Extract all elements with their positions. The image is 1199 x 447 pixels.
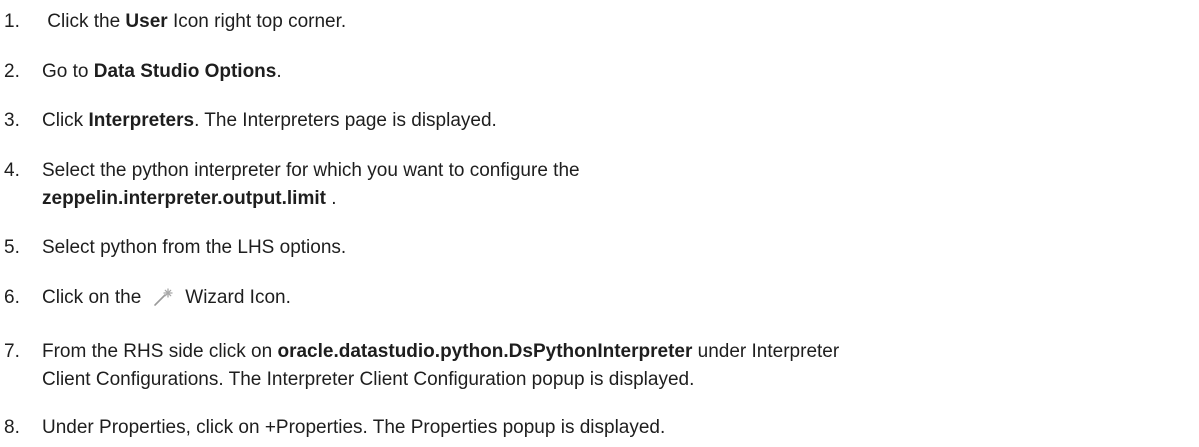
step-text: Click Interpreters. The Interpreters pag…	[42, 107, 1182, 135]
step-number: 4.	[4, 160, 20, 181]
step-bold-term: oracle.datastudio.python.DsPythonInterpr…	[277, 341, 693, 362]
step-bold-term: User	[125, 11, 168, 32]
step-number: 3.	[4, 110, 20, 131]
step-number: 2.	[4, 61, 20, 82]
step-text-line1: Select the python interpreter for which …	[42, 160, 580, 181]
step-text: Select the python interpreter for which …	[42, 157, 1182, 213]
step-bold-term: Interpreters	[88, 110, 195, 131]
step-bold-term: Data Studio Options	[93, 61, 277, 82]
step-text-post: . The Interpreters page is displayed.	[194, 110, 497, 131]
step-text-pre: From the RHS side click on	[42, 341, 278, 362]
step-text: From the RHS side click on oracle.datast…	[42, 338, 1182, 394]
step-text-pre: Click	[42, 110, 89, 131]
wizard-icon	[153, 287, 175, 307]
step-text-pre: Click the	[42, 11, 126, 32]
step-text: Go to Data Studio Options.	[42, 58, 1182, 86]
step-text-post: .	[325, 188, 337, 209]
step-text: Select python from the LHS options.	[42, 237, 347, 258]
step-text-line2: zeppelin.interpreter.output.limit .	[42, 185, 1182, 213]
step-text: Under Properties, click on +Properties. …	[42, 417, 666, 438]
step-bold-term: zeppelin.interpreter.output.limit	[42, 188, 326, 209]
step-text-line2: Client Configurations. The Interpreter C…	[42, 369, 695, 390]
step-number: 6.	[4, 287, 20, 308]
step-number: 5.	[4, 237, 20, 258]
step-text-post: under Interpreter	[692, 341, 840, 362]
step-text-pre: Go to	[42, 61, 94, 82]
step-text-line1: From the RHS side click on oracle.datast…	[42, 338, 1182, 366]
step-text: Click the User Icon right top corner.	[42, 8, 1182, 36]
step-text: Click on the Wizard Icon.	[42, 284, 1182, 312]
step-number: 1.	[4, 11, 20, 32]
step-text-post: Icon right top corner.	[167, 11, 347, 32]
step-text-post: .	[276, 61, 282, 82]
step-number: 8.	[4, 417, 20, 438]
step-text-post: Wizard Icon.	[185, 287, 291, 308]
step-text-pre: Click on the	[42, 287, 142, 308]
step-number: 7.	[4, 341, 20, 362]
